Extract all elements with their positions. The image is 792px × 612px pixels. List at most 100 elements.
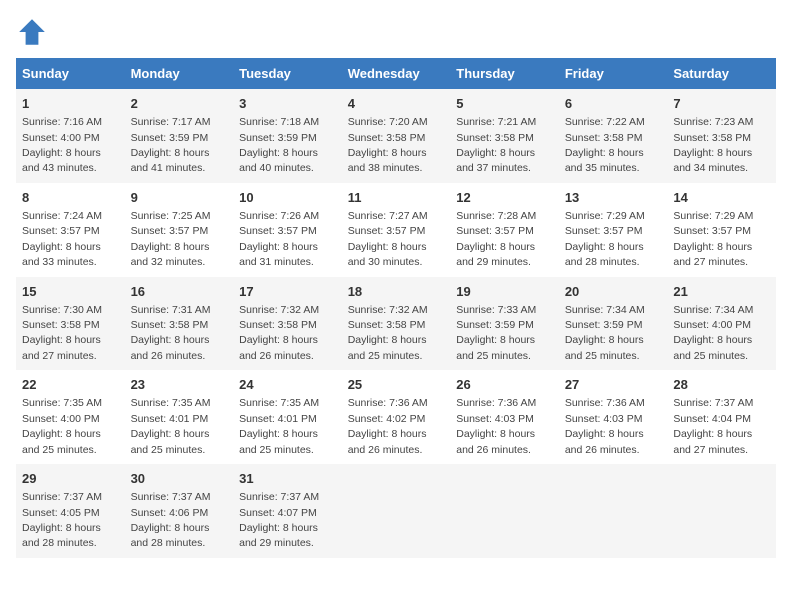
calendar-cell: 19 Sunrise: 7:33 AMSunset: 3:59 PMDaylig… xyxy=(450,277,559,371)
day-info: Sunrise: 7:35 AMSunset: 4:00 PMDaylight:… xyxy=(22,397,102,455)
day-info: Sunrise: 7:27 AMSunset: 3:57 PMDaylight:… xyxy=(348,210,428,268)
day-number: 8 xyxy=(22,189,119,207)
calendar-cell: 21 Sunrise: 7:34 AMSunset: 4:00 PMDaylig… xyxy=(667,277,776,371)
day-number: 2 xyxy=(131,95,228,113)
day-number: 3 xyxy=(239,95,336,113)
day-info: Sunrise: 7:29 AMSunset: 3:57 PMDaylight:… xyxy=(673,210,753,268)
calendar-cell: 10 Sunrise: 7:26 AMSunset: 3:57 PMDaylig… xyxy=(233,183,342,277)
calendar-cell: 20 Sunrise: 7:34 AMSunset: 3:59 PMDaylig… xyxy=(559,277,668,371)
day-info: Sunrise: 7:25 AMSunset: 3:57 PMDaylight:… xyxy=(131,210,211,268)
header-wednesday: Wednesday xyxy=(342,58,451,89)
day-info: Sunrise: 7:35 AMSunset: 4:01 PMDaylight:… xyxy=(131,397,211,455)
day-number: 20 xyxy=(565,283,662,301)
calendar-cell: 8 Sunrise: 7:24 AMSunset: 3:57 PMDayligh… xyxy=(16,183,125,277)
day-number: 4 xyxy=(348,95,445,113)
day-number: 27 xyxy=(565,376,662,394)
calendar-cell: 1 Sunrise: 7:16 AMSunset: 4:00 PMDayligh… xyxy=(16,89,125,183)
calendar-cell: 14 Sunrise: 7:29 AMSunset: 3:57 PMDaylig… xyxy=(667,183,776,277)
day-info: Sunrise: 7:37 AMSunset: 4:07 PMDaylight:… xyxy=(239,491,319,549)
calendar-cell: 5 Sunrise: 7:21 AMSunset: 3:58 PMDayligh… xyxy=(450,89,559,183)
calendar-cell: 13 Sunrise: 7:29 AMSunset: 3:57 PMDaylig… xyxy=(559,183,668,277)
day-number: 26 xyxy=(456,376,553,394)
header-thursday: Thursday xyxy=(450,58,559,89)
day-number: 22 xyxy=(22,376,119,394)
day-number: 15 xyxy=(22,283,119,301)
day-info: Sunrise: 7:28 AMSunset: 3:57 PMDaylight:… xyxy=(456,210,536,268)
day-info: Sunrise: 7:36 AMSunset: 4:02 PMDaylight:… xyxy=(348,397,428,455)
calendar-cell: 25 Sunrise: 7:36 AMSunset: 4:02 PMDaylig… xyxy=(342,370,451,464)
day-number: 6 xyxy=(565,95,662,113)
header-saturday: Saturday xyxy=(667,58,776,89)
calendar-table: SundayMondayTuesdayWednesdayThursdayFrid… xyxy=(16,58,776,558)
day-info: Sunrise: 7:36 AMSunset: 4:03 PMDaylight:… xyxy=(565,397,645,455)
day-info: Sunrise: 7:36 AMSunset: 4:03 PMDaylight:… xyxy=(456,397,536,455)
calendar-cell: 30 Sunrise: 7:37 AMSunset: 4:06 PMDaylig… xyxy=(125,464,234,558)
day-info: Sunrise: 7:21 AMSunset: 3:58 PMDaylight:… xyxy=(456,116,536,174)
day-number: 21 xyxy=(673,283,770,301)
calendar-cell: 18 Sunrise: 7:32 AMSunset: 3:58 PMDaylig… xyxy=(342,277,451,371)
calendar-header-row: SundayMondayTuesdayWednesdayThursdayFrid… xyxy=(16,58,776,89)
header-sunday: Sunday xyxy=(16,58,125,89)
day-number: 11 xyxy=(348,189,445,207)
calendar-cell: 23 Sunrise: 7:35 AMSunset: 4:01 PMDaylig… xyxy=(125,370,234,464)
day-number: 12 xyxy=(456,189,553,207)
calendar-cell xyxy=(559,464,668,558)
day-number: 25 xyxy=(348,376,445,394)
day-number: 10 xyxy=(239,189,336,207)
day-number: 28 xyxy=(673,376,770,394)
day-number: 1 xyxy=(22,95,119,113)
calendar-cell: 31 Sunrise: 7:37 AMSunset: 4:07 PMDaylig… xyxy=(233,464,342,558)
calendar-cell: 3 Sunrise: 7:18 AMSunset: 3:59 PMDayligh… xyxy=(233,89,342,183)
day-number: 18 xyxy=(348,283,445,301)
logo xyxy=(16,16,52,48)
day-info: Sunrise: 7:34 AMSunset: 3:59 PMDaylight:… xyxy=(565,304,645,362)
logo-icon xyxy=(16,16,48,48)
day-number: 19 xyxy=(456,283,553,301)
day-info: Sunrise: 7:16 AMSunset: 4:00 PMDaylight:… xyxy=(22,116,102,174)
header-tuesday: Tuesday xyxy=(233,58,342,89)
header-friday: Friday xyxy=(559,58,668,89)
calendar-week-1: 1 Sunrise: 7:16 AMSunset: 4:00 PMDayligh… xyxy=(16,89,776,183)
day-info: Sunrise: 7:37 AMSunset: 4:05 PMDaylight:… xyxy=(22,491,102,549)
day-info: Sunrise: 7:34 AMSunset: 4:00 PMDaylight:… xyxy=(673,304,753,362)
day-info: Sunrise: 7:35 AMSunset: 4:01 PMDaylight:… xyxy=(239,397,319,455)
day-info: Sunrise: 7:37 AMSunset: 4:06 PMDaylight:… xyxy=(131,491,211,549)
day-number: 30 xyxy=(131,470,228,488)
calendar-week-2: 8 Sunrise: 7:24 AMSunset: 3:57 PMDayligh… xyxy=(16,183,776,277)
calendar-cell: 17 Sunrise: 7:32 AMSunset: 3:58 PMDaylig… xyxy=(233,277,342,371)
day-info: Sunrise: 7:20 AMSunset: 3:58 PMDaylight:… xyxy=(348,116,428,174)
calendar-cell: 4 Sunrise: 7:20 AMSunset: 3:58 PMDayligh… xyxy=(342,89,451,183)
calendar-cell xyxy=(450,464,559,558)
day-number: 31 xyxy=(239,470,336,488)
day-info: Sunrise: 7:26 AMSunset: 3:57 PMDaylight:… xyxy=(239,210,319,268)
day-info: Sunrise: 7:24 AMSunset: 3:57 PMDaylight:… xyxy=(22,210,102,268)
day-number: 23 xyxy=(131,376,228,394)
day-number: 7 xyxy=(673,95,770,113)
day-number: 29 xyxy=(22,470,119,488)
header xyxy=(16,16,776,48)
day-info: Sunrise: 7:37 AMSunset: 4:04 PMDaylight:… xyxy=(673,397,753,455)
day-number: 17 xyxy=(239,283,336,301)
day-info: Sunrise: 7:32 AMSunset: 3:58 PMDaylight:… xyxy=(348,304,428,362)
calendar-cell xyxy=(342,464,451,558)
calendar-cell: 15 Sunrise: 7:30 AMSunset: 3:58 PMDaylig… xyxy=(16,277,125,371)
header-monday: Monday xyxy=(125,58,234,89)
calendar-cell: 27 Sunrise: 7:36 AMSunset: 4:03 PMDaylig… xyxy=(559,370,668,464)
day-number: 16 xyxy=(131,283,228,301)
calendar-cell: 22 Sunrise: 7:35 AMSunset: 4:00 PMDaylig… xyxy=(16,370,125,464)
day-number: 24 xyxy=(239,376,336,394)
day-number: 9 xyxy=(131,189,228,207)
calendar-cell: 11 Sunrise: 7:27 AMSunset: 3:57 PMDaylig… xyxy=(342,183,451,277)
calendar-week-3: 15 Sunrise: 7:30 AMSunset: 3:58 PMDaylig… xyxy=(16,277,776,371)
calendar-cell: 26 Sunrise: 7:36 AMSunset: 4:03 PMDaylig… xyxy=(450,370,559,464)
calendar-week-5: 29 Sunrise: 7:37 AMSunset: 4:05 PMDaylig… xyxy=(16,464,776,558)
calendar-cell: 9 Sunrise: 7:25 AMSunset: 3:57 PMDayligh… xyxy=(125,183,234,277)
calendar-cell: 7 Sunrise: 7:23 AMSunset: 3:58 PMDayligh… xyxy=(667,89,776,183)
calendar-cell: 29 Sunrise: 7:37 AMSunset: 4:05 PMDaylig… xyxy=(16,464,125,558)
day-info: Sunrise: 7:18 AMSunset: 3:59 PMDaylight:… xyxy=(239,116,319,174)
day-info: Sunrise: 7:22 AMSunset: 3:58 PMDaylight:… xyxy=(565,116,645,174)
day-info: Sunrise: 7:29 AMSunset: 3:57 PMDaylight:… xyxy=(565,210,645,268)
calendar-cell xyxy=(667,464,776,558)
calendar-week-4: 22 Sunrise: 7:35 AMSunset: 4:00 PMDaylig… xyxy=(16,370,776,464)
calendar-cell: 28 Sunrise: 7:37 AMSunset: 4:04 PMDaylig… xyxy=(667,370,776,464)
